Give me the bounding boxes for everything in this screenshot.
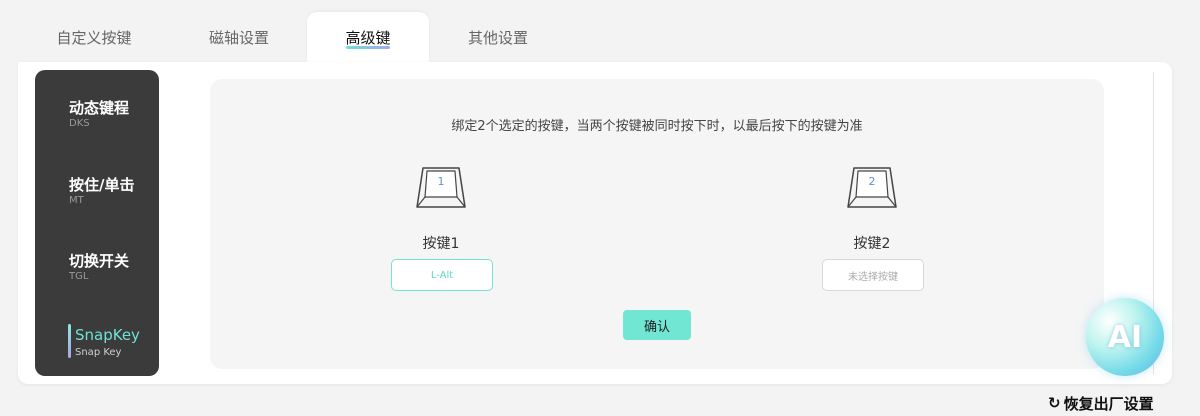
tab-advanced-keys[interactable]: 高级键 [307,12,429,62]
sidebar-item-label: SnapKey [75,326,140,344]
keycap-number: 2 [868,175,876,188]
reset-label: 恢复出厂设置 [1063,394,1154,413]
tab-other-settings[interactable]: 其他设置 [437,12,559,62]
key2-select[interactable]: 未选择按键 [822,259,924,291]
key1-title: 按键1 [422,236,460,252]
reset-factory-settings-button[interactable]: ↻ 恢复出厂设置 [1048,392,1154,414]
sidebar-item-sublabel: DKS [69,118,90,129]
key1-value: L-Alt [430,269,454,281]
ai-label: AI [1107,319,1143,355]
tab-custom-keys[interactable]: 自定义按键 [33,12,155,62]
key1-select[interactable]: L-Alt [391,259,493,291]
main-panel: 动态键程 DKS 按住/单击 MT 切换开关 TGL SnapKey Snap … [18,62,1172,384]
advanced-key-sidebar: 动态键程 DKS 按住/单击 MT 切换开关 TGL SnapKey Snap … [35,70,159,376]
top-tabs: 自定义按键 磁轴设置 高级键 其他设置 [0,0,1200,62]
confirm-button[interactable]: 确认 [623,310,691,340]
sidebar-item-dks[interactable]: 动态键程 DKS [35,97,159,147]
tab-label: 其他设置 [467,28,528,47]
keycap-number: 1 [437,175,445,188]
active-tab-indicator [346,46,390,49]
tab-magnetic-axis[interactable]: 磁轴设置 [178,12,300,62]
refresh-icon: ↻ [1048,394,1061,412]
sidebar-item-sublabel: MT [69,195,84,206]
tab-label: 磁轴设置 [208,28,269,47]
sidebar-item-label: 按住/单击 [69,176,135,194]
ai-assistant-button[interactable]: AI [1086,298,1164,376]
keycap-icon: 1 [415,165,467,209]
sidebar-item-mt[interactable]: 按住/单击 MT [35,174,159,224]
sidebar-item-label: 切换开关 [69,252,130,270]
key2-title: 按键2 [853,236,891,252]
sidebar-item-label: 动态键程 [69,99,130,117]
snapkey-content: 绑定2个选定的按键，当两个按键被同时按下时，以最后按下的按键为准 1 按键1 L… [210,79,1104,369]
sidebar-item-tgl[interactable]: 切换开关 TGL [35,250,159,300]
active-item-indicator [68,324,71,358]
sidebar-item-sublabel: Snap Key [75,347,122,358]
keycap-icon: 2 [846,165,898,209]
sidebar-item-snapkey[interactable]: SnapKey Snap Key [35,324,159,376]
tab-label: 自定义按键 [56,28,132,47]
key2-placeholder: 未选择按键 [848,271,898,283]
sidebar-item-sublabel: TGL [69,271,89,282]
snapkey-description: 绑定2个选定的按键，当两个按键被同时按下时，以最后按下的按键为准 [451,119,863,134]
tab-label: 高级键 [345,28,391,47]
